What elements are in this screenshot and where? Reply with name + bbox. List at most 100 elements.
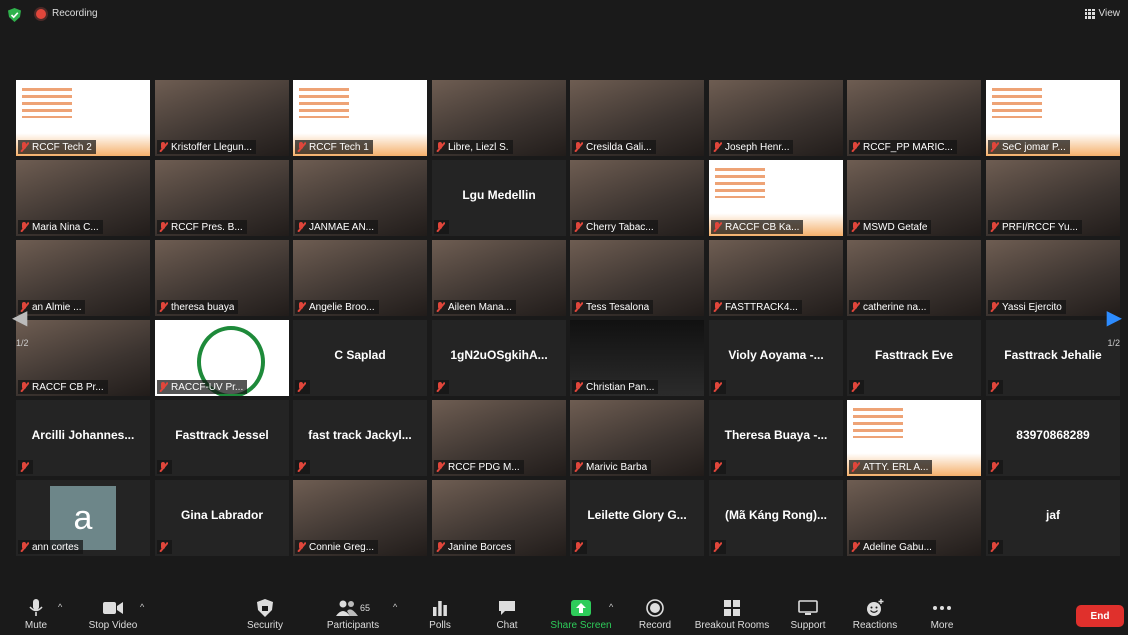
- participant-tile[interactable]: fast track Jackyl...: [293, 400, 427, 476]
- security-shield-icon[interactable]: [8, 8, 21, 22]
- grid-view-icon: [1084, 8, 1095, 19]
- participant-tile[interactable]: Libre, Liezl S.: [432, 80, 566, 156]
- participant-tile[interactable]: Janine Borces: [432, 480, 566, 556]
- participant-name: RCCF PDG M...: [448, 461, 520, 473]
- end-meeting-button[interactable]: End: [1076, 605, 1124, 627]
- participant-tile[interactable]: Christian Pan...: [570, 320, 704, 396]
- participant-tile[interactable]: 1gN2uOSgkihA...: [432, 320, 566, 396]
- participant-tile[interactable]: ATTY. ERL A...: [847, 400, 981, 476]
- participant-name-label: [849, 380, 864, 394]
- participant-tile[interactable]: Angelie Broo...: [293, 240, 427, 316]
- participant-tile[interactable]: Marivic Barba: [570, 400, 704, 476]
- participant-name-label: Connie Greg...: [295, 540, 379, 554]
- participant-tile[interactable]: RCCF PDG M...: [432, 400, 566, 476]
- support-monitor-icon: [798, 600, 818, 615]
- participant-tile[interactable]: RCCF Tech 1: [293, 80, 427, 156]
- chat-button[interactable]: Chat: [467, 598, 547, 631]
- participant-tile[interactable]: Arcilli Johannes...: [16, 400, 150, 476]
- participant-name-label: [434, 220, 449, 234]
- mute-button[interactable]: Mute: [0, 598, 76, 631]
- participant-tile[interactable]: RACCF-UV Pr...: [155, 320, 289, 396]
- participant-tile[interactable]: RCCF_PP MARIC...: [847, 80, 981, 156]
- participant-tile[interactable]: an Almie ...: [16, 240, 150, 316]
- muted-microphone-icon: [990, 462, 999, 472]
- participants-button[interactable]: 65 Participants: [313, 598, 393, 631]
- participant-tile[interactable]: Fasttrack Eve: [847, 320, 981, 396]
- participant-tile[interactable]: RACCF CB Pr...: [16, 320, 150, 396]
- share-screen-arrow-icon: [571, 600, 591, 616]
- participant-name-label: PRFI/RCCF Yu...: [988, 220, 1082, 234]
- more-button[interactable]: More: [902, 598, 982, 631]
- participant-name: SeC jomar P...: [1002, 141, 1066, 153]
- muted-microphone-icon: [574, 222, 583, 232]
- muted-microphone-icon: [713, 302, 722, 312]
- participant-tile[interactable]: PRFI/RCCF Yu...: [986, 160, 1120, 236]
- participant-tile[interactable]: jaf: [986, 480, 1120, 556]
- participant-name-label: RCCF Tech 1: [295, 140, 373, 154]
- participant-name: Cresilda Gali...: [586, 141, 652, 153]
- security-button[interactable]: Security: [225, 598, 305, 631]
- participant-display-name: 1gN2uOSgkihA...: [450, 348, 548, 362]
- participant-tile[interactable]: Lgu Medellin: [432, 160, 566, 236]
- participant-tile[interactable]: (Mã Káng Rong)...: [709, 480, 843, 556]
- participant-name: RACCF CB Ka...: [725, 221, 800, 233]
- participant-tile[interactable]: Cherry Tabac...: [570, 160, 704, 236]
- participant-tile[interactable]: theresa buaya: [155, 240, 289, 316]
- participant-tile[interactable]: Cresilda Gali...: [570, 80, 704, 156]
- participant-name: Kristoffer Llegun...: [171, 141, 252, 153]
- meeting-top-bar: Recording View: [0, 0, 1128, 30]
- muted-microphone-icon: [436, 222, 445, 232]
- video-options-caret-icon[interactable]: ^: [140, 602, 144, 612]
- participant-name-label: Aileen Mana...: [434, 300, 516, 314]
- participant-display-name: Leilette Glory G...: [587, 508, 687, 522]
- previous-page-arrow-icon[interactable]: ◀: [12, 305, 27, 330]
- participant-tile[interactable]: FASTTRACK4...: [709, 240, 843, 316]
- muted-microphone-icon: [20, 382, 29, 392]
- participant-tile[interactable]: MSWD Getafe: [847, 160, 981, 236]
- participant-tile[interactable]: Adeline Gabu...: [847, 480, 981, 556]
- participant-name-label: JANMAE AN...: [295, 220, 379, 234]
- participant-tile[interactable]: RACCF CB Ka...: [709, 160, 843, 236]
- participant-tile[interactable]: Kristoffer Llegun...: [155, 80, 289, 156]
- participant-tile[interactable]: Fasttrack Jessel: [155, 400, 289, 476]
- participant-name-label: Libre, Liezl S.: [434, 140, 513, 154]
- muted-microphone-icon: [713, 462, 722, 472]
- participant-tile[interactable]: Joseph Henr...: [709, 80, 843, 156]
- participant-tile[interactable]: Maria Nina C...: [16, 160, 150, 236]
- participant-name: JANMAE AN...: [309, 221, 375, 233]
- view-button[interactable]: View: [1084, 8, 1121, 19]
- participant-tile[interactable]: Yassi Ejercito: [986, 240, 1120, 316]
- muted-microphone-icon: [297, 542, 306, 552]
- muted-microphone-icon: [436, 382, 445, 392]
- participant-tile[interactable]: RCCF Tech 2: [16, 80, 150, 156]
- participant-name: theresa buaya: [171, 301, 235, 313]
- participant-tile[interactable]: RCCF Pres. B...: [155, 160, 289, 236]
- participant-tile[interactable]: Fasttrack Jehalie: [986, 320, 1120, 396]
- participant-tile[interactable]: Leilette Glory G...: [570, 480, 704, 556]
- recording-indicator[interactable]: Recording: [36, 8, 98, 19]
- view-label: View: [1098, 8, 1121, 19]
- participant-tile[interactable]: Theresa Buaya -...: [709, 400, 843, 476]
- share-options-caret-icon[interactable]: ^: [609, 602, 613, 612]
- participant-tile[interactable]: Gina Labrador: [155, 480, 289, 556]
- participant-tile[interactable]: Tess Tesalona: [570, 240, 704, 316]
- participant-tile[interactable]: Connie Greg...: [293, 480, 427, 556]
- breakout-rooms-button[interactable]: Breakout Rooms: [692, 598, 772, 631]
- next-page-arrow-icon[interactable]: ▶: [1107, 305, 1122, 330]
- participant-tile[interactable]: Violy Aoyama -...: [709, 320, 843, 396]
- audio-options-caret-icon[interactable]: ^: [58, 602, 62, 612]
- participant-tile[interactable]: Aileen Mana...: [432, 240, 566, 316]
- participant-tile[interactable]: SeC jomar P...: [986, 80, 1120, 156]
- participant-tile[interactable]: catherine na...: [847, 240, 981, 316]
- participant-name-label: Angelie Broo...: [295, 300, 379, 314]
- share-screen-label: Share Screen: [550, 620, 612, 631]
- reactions-smiley-icon: [867, 599, 884, 616]
- participant-name: Maria Nina C...: [32, 221, 99, 233]
- muted-microphone-icon: [436, 142, 445, 152]
- participant-tile[interactable]: C Saplad: [293, 320, 427, 396]
- participant-tile[interactable]: JANMAE AN...: [293, 160, 427, 236]
- participant-tile[interactable]: 83970868289: [986, 400, 1120, 476]
- participants-options-caret-icon[interactable]: ^: [393, 602, 397, 612]
- record-button[interactable]: Record: [615, 598, 695, 631]
- participant-tile[interactable]: a ann cortes: [16, 480, 150, 556]
